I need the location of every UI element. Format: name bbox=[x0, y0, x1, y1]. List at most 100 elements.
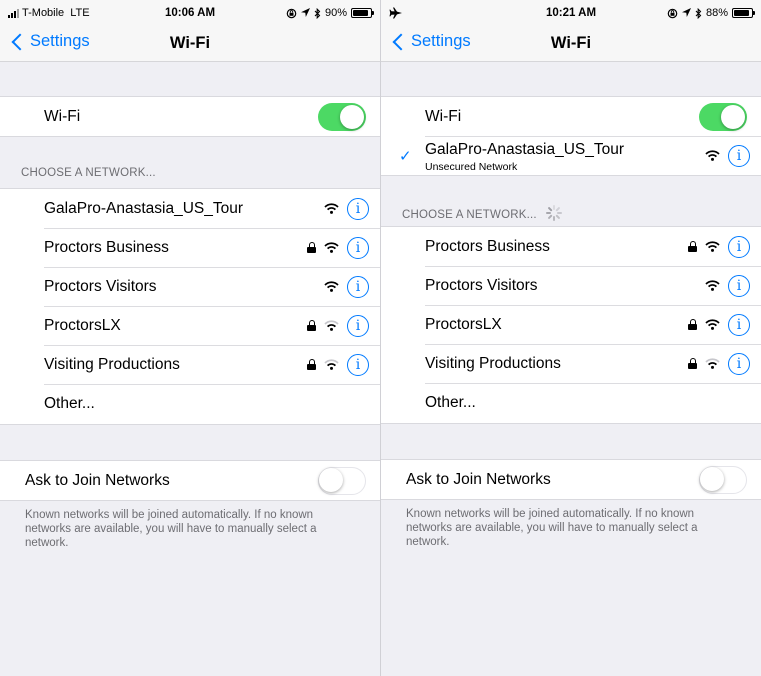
other-label: Other... bbox=[425, 394, 476, 411]
info-icon[interactable]: i bbox=[728, 274, 750, 297]
status-bar: 10:21 AM 88% bbox=[381, 0, 761, 26]
wifi-signal-icon bbox=[324, 359, 339, 370]
wifi-signal-icon bbox=[705, 358, 720, 369]
spinner-spoke bbox=[553, 216, 556, 221]
navigation-bar: Settings Wi-Fi bbox=[381, 26, 761, 62]
wifi-toggle[interactable] bbox=[699, 102, 747, 131]
lock-icon bbox=[688, 319, 697, 330]
ask-to-join-row: Ask to Join Networks bbox=[381, 460, 761, 499]
wifi-row: Wi-Fi bbox=[0, 97, 380, 136]
toggle-knob bbox=[721, 104, 745, 129]
network-name: Proctors Business bbox=[44, 238, 169, 256]
network-row[interactable]: Proctors Visitors i bbox=[381, 266, 761, 305]
battery-fill bbox=[353, 10, 369, 16]
network-row[interactable]: ProctorsLX i bbox=[381, 305, 761, 344]
other-network-row[interactable]: Other... bbox=[381, 383, 761, 423]
wifi-signal-icon bbox=[705, 280, 720, 291]
battery-icon bbox=[351, 8, 374, 18]
wifi-signal-icon bbox=[324, 203, 339, 214]
info-icon[interactable]: i bbox=[347, 353, 369, 376]
info-icon[interactable]: i bbox=[728, 352, 750, 375]
wifi-label: Wi-Fi bbox=[44, 107, 81, 125]
network-row[interactable]: Visiting Productions i bbox=[0, 345, 380, 384]
spinner-spoke bbox=[555, 214, 561, 220]
ask-to-join-toggle[interactable] bbox=[699, 465, 747, 494]
choose-network-header: CHOOSE A NETWORK... bbox=[21, 167, 156, 179]
battery-icon bbox=[732, 8, 755, 18]
info-icon[interactable]: i bbox=[728, 144, 750, 167]
toggle-knob bbox=[700, 466, 724, 491]
choose-network-label: CHOOSE A NETWORK... bbox=[402, 209, 537, 221]
spinner-spoke bbox=[555, 206, 561, 212]
wifi-signal-icon bbox=[705, 319, 720, 330]
battery-fill bbox=[734, 10, 749, 16]
spinner-spoke bbox=[557, 212, 563, 214]
lock-icon bbox=[307, 320, 316, 331]
wifi-signal-icon bbox=[324, 320, 339, 331]
network-row[interactable]: Visiting Productions i bbox=[381, 344, 761, 383]
wifi-toggle-group: Wi-Fi bbox=[0, 96, 380, 137]
wifi-toggle-group: Wi-Fi ✓ GalaPro-Anastasia_US_Tour Unsecu… bbox=[381, 96, 761, 176]
network-name: Proctors Visitors bbox=[425, 276, 538, 294]
network-name: Proctors Business bbox=[425, 237, 550, 255]
network-name: ProctorsLX bbox=[425, 315, 502, 333]
network-list: Proctors Business i Proctors Visitors i … bbox=[381, 226, 761, 424]
page-title: Wi-Fi bbox=[169, 34, 211, 52]
lock-rotation-icon bbox=[286, 8, 297, 18]
screen-left: T-Mobile LTE 10:06 AM 90% Settings Wi-Fi… bbox=[0, 0, 380, 676]
lock-rotation-icon bbox=[667, 8, 678, 18]
choose-network-header: CHOOSE A NETWORK... bbox=[402, 205, 563, 221]
info-icon[interactable]: i bbox=[347, 314, 369, 337]
wifi-signal-icon bbox=[324, 281, 339, 292]
navigation-bar: Settings Wi-Fi bbox=[0, 26, 380, 62]
network-row[interactable]: Proctors Business i bbox=[0, 228, 380, 267]
wifi-signal-icon bbox=[324, 242, 339, 253]
info-icon[interactable]: i bbox=[347, 236, 369, 259]
page-title: Wi-Fi bbox=[550, 34, 592, 52]
ask-to-join-group: Ask to Join Networks bbox=[381, 459, 761, 500]
ask-to-join-toggle[interactable] bbox=[318, 466, 366, 495]
ask-to-join-label: Ask to Join Networks bbox=[406, 470, 551, 488]
wifi-label: Wi-Fi bbox=[425, 107, 462, 125]
info-icon[interactable]: i bbox=[728, 313, 750, 336]
other-label: Other... bbox=[44, 395, 95, 412]
lock-icon bbox=[307, 359, 316, 370]
wifi-signal-icon bbox=[705, 241, 720, 252]
connected-network-subtitle: Unsecured Network bbox=[425, 161, 518, 173]
ask-to-join-footer: Known networks will be joined automatica… bbox=[25, 509, 317, 549]
network-row[interactable]: Proctors Business i bbox=[381, 227, 761, 266]
network-row[interactable]: ProctorsLX i bbox=[0, 306, 380, 345]
network-row[interactable]: GalaPro-Anastasia_US_Tour i bbox=[0, 189, 380, 228]
screen-right: 10:21 AM 88% Settings Wi-Fi Wi-Fi ✓ Gala… bbox=[381, 0, 761, 676]
info-icon[interactable]: i bbox=[347, 275, 369, 298]
checkmark-icon: ✓ bbox=[399, 147, 412, 165]
connected-network-name: GalaPro-Anastasia_US_Tour bbox=[425, 141, 625, 158]
wifi-toggle[interactable] bbox=[318, 102, 366, 131]
network-name: Visiting Productions bbox=[425, 354, 561, 372]
bluetooth-icon bbox=[695, 7, 702, 19]
wifi-signal-icon bbox=[705, 150, 720, 161]
other-network-row[interactable]: Other... bbox=[0, 384, 380, 424]
network-name: Visiting Productions bbox=[44, 355, 180, 373]
loading-spinner-icon bbox=[546, 205, 563, 221]
connected-network-row[interactable]: ✓ GalaPro-Anastasia_US_Tour Unsecured Ne… bbox=[381, 136, 761, 175]
location-icon bbox=[300, 8, 310, 17]
toggle-knob bbox=[319, 467, 343, 492]
wifi-row: Wi-Fi bbox=[381, 97, 761, 136]
info-icon[interactable]: i bbox=[347, 197, 369, 220]
lock-icon bbox=[688, 358, 697, 369]
status-bar: T-Mobile LTE 10:06 AM 90% bbox=[0, 0, 380, 26]
lock-icon bbox=[688, 241, 697, 252]
spinner-spoke bbox=[546, 212, 552, 214]
location-icon bbox=[681, 8, 691, 17]
network-row[interactable]: Proctors Visitors i bbox=[0, 267, 380, 306]
ask-to-join-row: Ask to Join Networks bbox=[0, 461, 380, 500]
bluetooth-icon bbox=[314, 7, 321, 19]
battery-percent: 88% bbox=[705, 7, 728, 19]
network-name: GalaPro-Anastasia_US_Tour bbox=[44, 199, 244, 217]
ask-to-join-footer: Known networks will be joined automatica… bbox=[406, 508, 698, 548]
toggle-knob bbox=[340, 104, 364, 129]
network-name: ProctorsLX bbox=[44, 316, 121, 334]
ask-to-join-group: Ask to Join Networks bbox=[0, 460, 380, 501]
info-icon[interactable]: i bbox=[728, 235, 750, 258]
